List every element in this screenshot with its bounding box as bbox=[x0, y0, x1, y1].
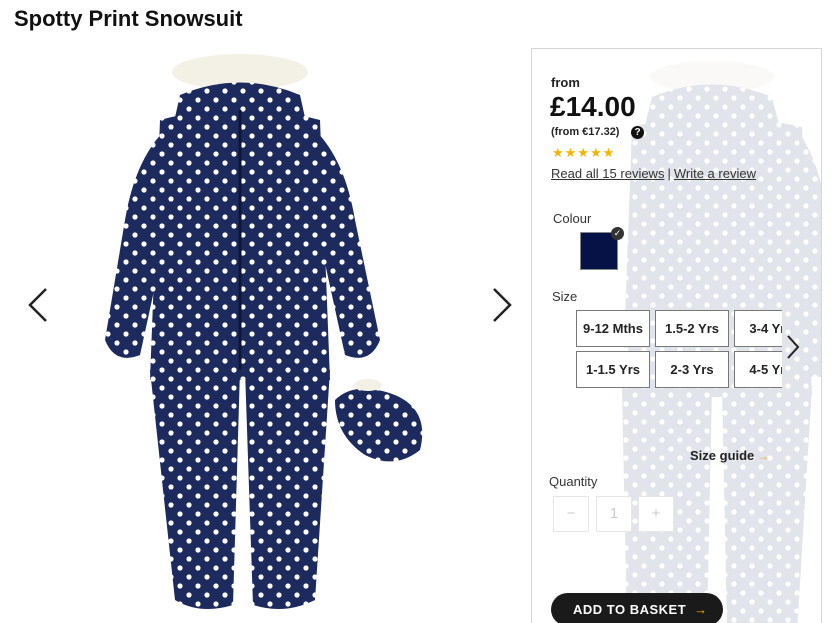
write-review-link[interactable]: Write a review bbox=[674, 166, 756, 181]
help-icon[interactable]: ? bbox=[631, 126, 644, 139]
size-label: Size bbox=[552, 289, 578, 304]
size-option-4-5-yrs[interactable]: 4-5 Yrs bbox=[734, 351, 782, 388]
product-gallery bbox=[0, 40, 525, 623]
chevron-right-icon bbox=[787, 335, 800, 359]
alternate-currency-price: (from €17.32) bbox=[551, 126, 620, 138]
product-price: £14.00 bbox=[550, 91, 636, 122]
rating-stars: ★★★★★ bbox=[552, 145, 616, 160]
size-guide-label: Size guide bbox=[690, 448, 755, 463]
size-guide-link[interactable]: Size guide → bbox=[690, 448, 769, 463]
size-option-9-12-mths[interactable]: 9-12 Mths bbox=[576, 310, 650, 347]
product-image bbox=[105, 54, 423, 609]
colour-label: Colour bbox=[553, 211, 592, 226]
gallery-next-button[interactable] bbox=[484, 285, 518, 325]
product-title: Spotty Print Snowsuit bbox=[14, 6, 243, 31]
quantity-increase-button[interactable]: + bbox=[638, 496, 674, 532]
quantity-label: Quantity bbox=[549, 474, 598, 489]
quantity-input[interactable]: 1 bbox=[596, 496, 632, 532]
check-icon: ✓ bbox=[611, 227, 624, 240]
arrow-right-icon: → bbox=[757, 449, 770, 463]
add-to-basket-label: ADD TO BASKET bbox=[573, 602, 687, 617]
chevron-left-icon bbox=[28, 288, 47, 322]
size-option-1-1-5-yrs[interactable]: 1-1.5 Yrs bbox=[576, 351, 650, 388]
gallery-prev-button[interactable] bbox=[22, 285, 56, 325]
read-reviews-link[interactable]: Read all 15 reviews bbox=[551, 166, 664, 181]
size-option-1-5-2-yrs[interactable]: 1.5-2 Yrs bbox=[655, 310, 729, 347]
reviews-links: Read all 15 reviews | Write a review bbox=[551, 166, 756, 181]
quantity-decrease-button[interactable]: − bbox=[553, 496, 589, 532]
arrow-right-icon: → bbox=[694, 602, 708, 617]
size-option-2-3-yrs[interactable]: 2-3 Yrs bbox=[655, 351, 729, 388]
size-next-button[interactable] bbox=[784, 332, 802, 362]
price-from-label: from bbox=[551, 75, 580, 90]
size-option-3-4-yrs[interactable]: 3-4 Yrs bbox=[734, 310, 782, 347]
size-options: 9-12 Mths 1.5-2 Yrs 3-4 Yrs 1-1.5 Yrs 2-… bbox=[576, 310, 782, 402]
reviews-separator: | bbox=[667, 166, 671, 181]
chevron-right-icon bbox=[493, 288, 512, 322]
purchase-panel: from £14.00 (from €17.32) ? ★★★★★ Read a… bbox=[531, 48, 822, 623]
add-to-basket-button[interactable]: ADD TO BASKET → bbox=[551, 593, 723, 623]
